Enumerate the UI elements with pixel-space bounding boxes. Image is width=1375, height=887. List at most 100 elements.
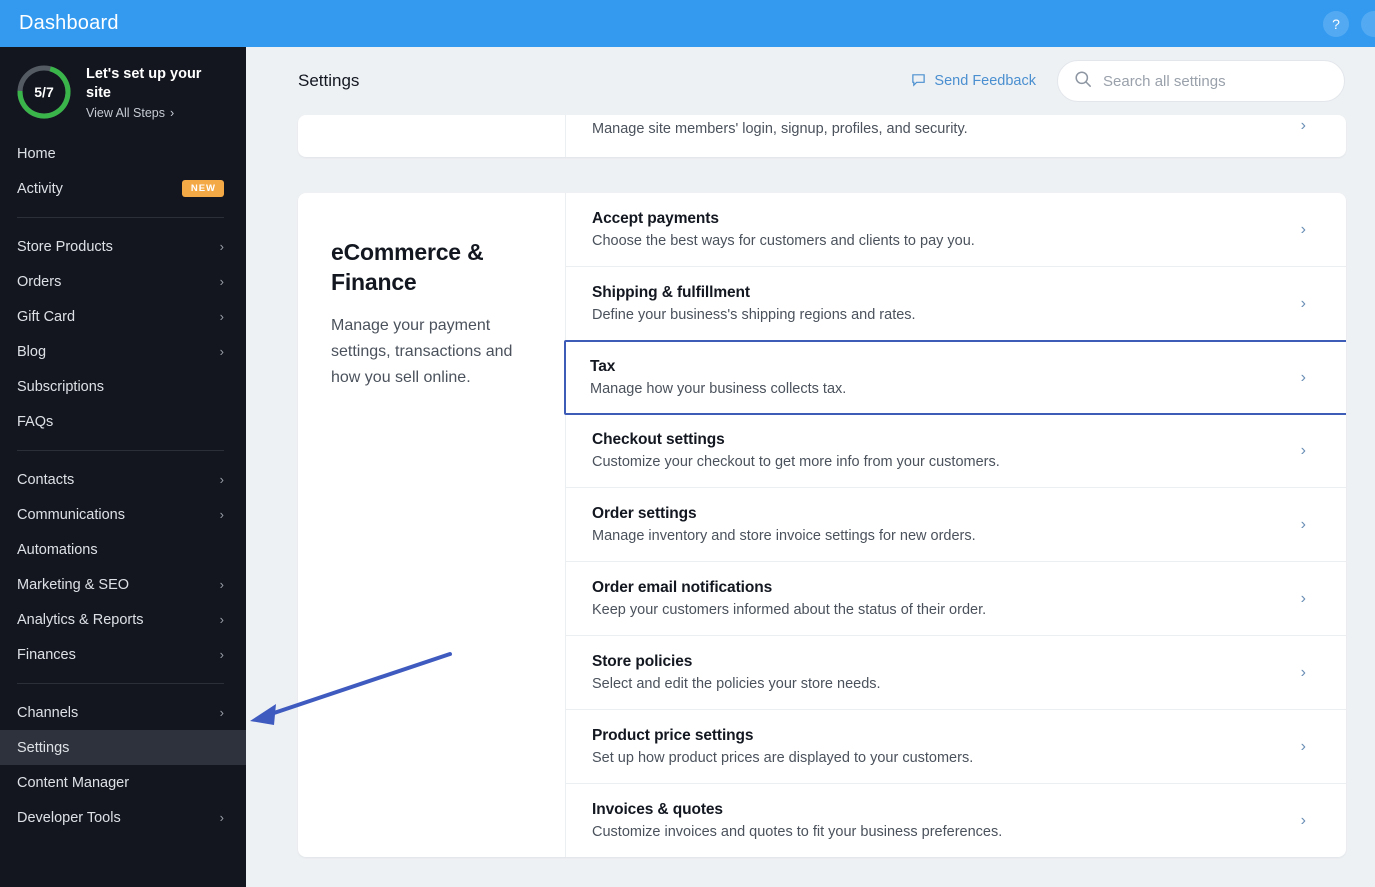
settings-row-description: Keep your customers informed about the s…: [592, 602, 987, 618]
settings-row-description: Customize invoices and quotes to fit you…: [592, 824, 1003, 840]
sidebar-item-label: Finances: [17, 646, 76, 663]
settings-row[interactable]: Product price settings Set up how product…: [566, 710, 1346, 784]
settings-row-description: Set up how product prices are displayed …: [592, 750, 974, 766]
chevron-right-icon: ›: [219, 344, 224, 359]
new-badge: NEW: [181, 180, 224, 197]
settings-row-description: Manage inventory and store invoice setti…: [592, 528, 976, 544]
sidebar-item-communications[interactable]: Communications ›: [0, 497, 246, 532]
partial-card-description: Manage site members' login, signup, prof…: [592, 121, 968, 137]
sidebar-item-gift-card[interactable]: Gift Card ›: [0, 299, 246, 334]
chevron-right-icon: ›: [1300, 811, 1306, 829]
sidebar-item-finances[interactable]: Finances ›: [0, 637, 246, 672]
settings-scroll-area[interactable]: Manage site members' login, signup, prof…: [246, 115, 1375, 887]
sidebar-item-label: Home: [17, 145, 56, 162]
setup-progress-label: 5/7: [34, 84, 54, 100]
setup-text: Let's set up your site View All Steps ›: [86, 65, 226, 120]
partial-card-row[interactable]: Manage site members' login, signup, prof…: [566, 115, 1346, 157]
sidebar-divider: [17, 683, 224, 684]
sidebar-item-developer-tools[interactable]: Developer Tools ›: [0, 800, 246, 835]
sidebar-item-automations[interactable]: Automations: [0, 532, 246, 567]
members-settings-card-partial: Manage site members' login, signup, prof…: [298, 115, 1346, 157]
settings-row-title: Order settings: [592, 505, 697, 522]
search-icon: [1074, 70, 1092, 93]
settings-row-title: Invoices & quotes: [592, 801, 723, 818]
sidebar-item-subscriptions[interactable]: Subscriptions: [0, 369, 246, 404]
chevron-right-icon: ›: [219, 647, 224, 662]
sidebar-item-store-products[interactable]: Store Products ›: [0, 229, 246, 264]
sidebar-item-activity[interactable]: Activity NEW: [0, 171, 246, 206]
sidebar-item-settings[interactable]: Settings: [0, 730, 246, 765]
sidebar-item-label: Channels: [17, 704, 79, 721]
sidebar-item-label: Subscriptions: [17, 378, 105, 395]
chevron-right-icon: ›: [219, 309, 224, 324]
help-icon[interactable]: ?: [1323, 10, 1349, 37]
sidebar-item-label: Content Manager: [17, 774, 130, 791]
sidebar-item-label: Settings: [17, 739, 70, 756]
chevron-right-icon: ›: [169, 105, 175, 120]
sidebar-item-faqs[interactable]: FAQs: [0, 404, 246, 439]
settings-row[interactable]: Checkout settings Customize your checkout…: [566, 414, 1346, 488]
sidebar-item-contacts[interactable]: Contacts ›: [0, 462, 246, 497]
send-feedback-label: Send Feedback: [934, 73, 1036, 89]
view-all-steps-link[interactable]: View All Steps ›: [86, 106, 226, 120]
search-all-settings[interactable]: [1057, 60, 1345, 102]
settings-row[interactable]: Tax Manage how your business collects tax…: [564, 340, 1346, 415]
chevron-right-icon: ›: [219, 472, 224, 487]
settings-row-title: Product price settings: [592, 727, 754, 744]
sidebar-divider: [17, 217, 224, 218]
view-all-steps-label: View All Steps: [86, 105, 165, 120]
sidebar-nav: Home Activity NEW Store Products › Orders › Gif…: [0, 136, 246, 835]
send-feedback-button[interactable]: Send Feedback: [911, 72, 1036, 91]
sidebar-item-label: Gift Card: [17, 308, 76, 325]
sidebar: 5/7 Let's set up your site View All Step…: [0, 47, 246, 887]
partial-card-left: [298, 115, 566, 157]
settings-row[interactable]: Store policies Select and edit the polici…: [566, 636, 1346, 710]
header-actions: Send Feedback: [911, 60, 1345, 102]
settings-row-description: Manage how your business collects tax.: [590, 381, 847, 397]
setup-progress-block[interactable]: 5/7 Let's set up your site View All Step…: [0, 47, 246, 136]
sidebar-item-label: Orders: [17, 273, 62, 290]
ecommerce-finance-card: eCommerce & Finance Manage your payment …: [298, 193, 1346, 857]
sidebar-item-orders[interactable]: Orders ›: [0, 264, 246, 299]
sidebar-item-label: Analytics & Reports: [17, 611, 144, 628]
settings-row-title: Checkout settings: [592, 431, 725, 448]
settings-row-title: Shipping & fulfillment: [592, 284, 750, 301]
sidebar-item-label: Automations: [17, 541, 98, 558]
settings-row-description: Choose the best ways for customers and c…: [592, 233, 975, 249]
settings-row-title: Order email notifications: [592, 579, 773, 596]
chevron-right-icon: ›: [1300, 515, 1306, 533]
page-title: Settings: [298, 71, 360, 90]
settings-row[interactable]: Invoices & quotes Customize invoices and …: [566, 784, 1346, 857]
settings-row[interactable]: Order email notifications Keep your custo…: [566, 562, 1346, 636]
settings-row-description: Define your business's shipping regions …: [592, 307, 916, 323]
section-title: eCommerce & Finance: [331, 239, 484, 295]
speech-bubble-icon: [911, 72, 926, 91]
settings-row[interactable]: Accept payments Choose the best ways for …: [566, 193, 1346, 267]
search-input[interactable]: [1103, 72, 1328, 90]
chevron-right-icon: ›: [1300, 117, 1306, 134]
section-description: Manage your payment settings, transactio…: [331, 317, 513, 386]
top-bar: Dashboard ?: [0, 0, 1375, 47]
settings-row[interactable]: Order settings Manage inventory and store…: [566, 488, 1346, 562]
sidebar-item-channels[interactable]: Channels ›: [0, 695, 246, 730]
sidebar-item-label: Blog: [17, 343, 47, 360]
account-avatar[interactable]: [1361, 10, 1375, 37]
sidebar-item-blog[interactable]: Blog ›: [0, 334, 246, 369]
sidebar-item-label: Developer Tools: [17, 809, 121, 826]
settings-row[interactable]: Shipping & fulfillment Define your busine…: [566, 267, 1346, 341]
chevron-right-icon: ›: [219, 810, 224, 825]
settings-row-list: Accept payments Choose the best ways for …: [564, 193, 1346, 857]
chevron-right-icon: ›: [1300, 220, 1306, 238]
sidebar-item-content-manager[interactable]: Content Manager: [0, 765, 246, 800]
main-header: Settings Send Feedback: [246, 47, 1375, 115]
sidebar-item-analytics-reports[interactable]: Analytics & Reports ›: [0, 602, 246, 637]
setup-progress-ring: 5/7: [14, 62, 74, 122]
chevron-right-icon: ›: [1300, 663, 1306, 681]
sidebar-item-marketing-seo[interactable]: Marketing & SEO ›: [0, 567, 246, 602]
chevron-right-icon: ›: [219, 612, 224, 627]
settings-row-title: Tax: [590, 358, 616, 375]
chevron-right-icon: ›: [1300, 589, 1306, 607]
chevron-right-icon: ›: [219, 577, 224, 592]
sidebar-item-home[interactable]: Home: [0, 136, 246, 171]
chevron-right-icon: ›: [219, 239, 224, 254]
